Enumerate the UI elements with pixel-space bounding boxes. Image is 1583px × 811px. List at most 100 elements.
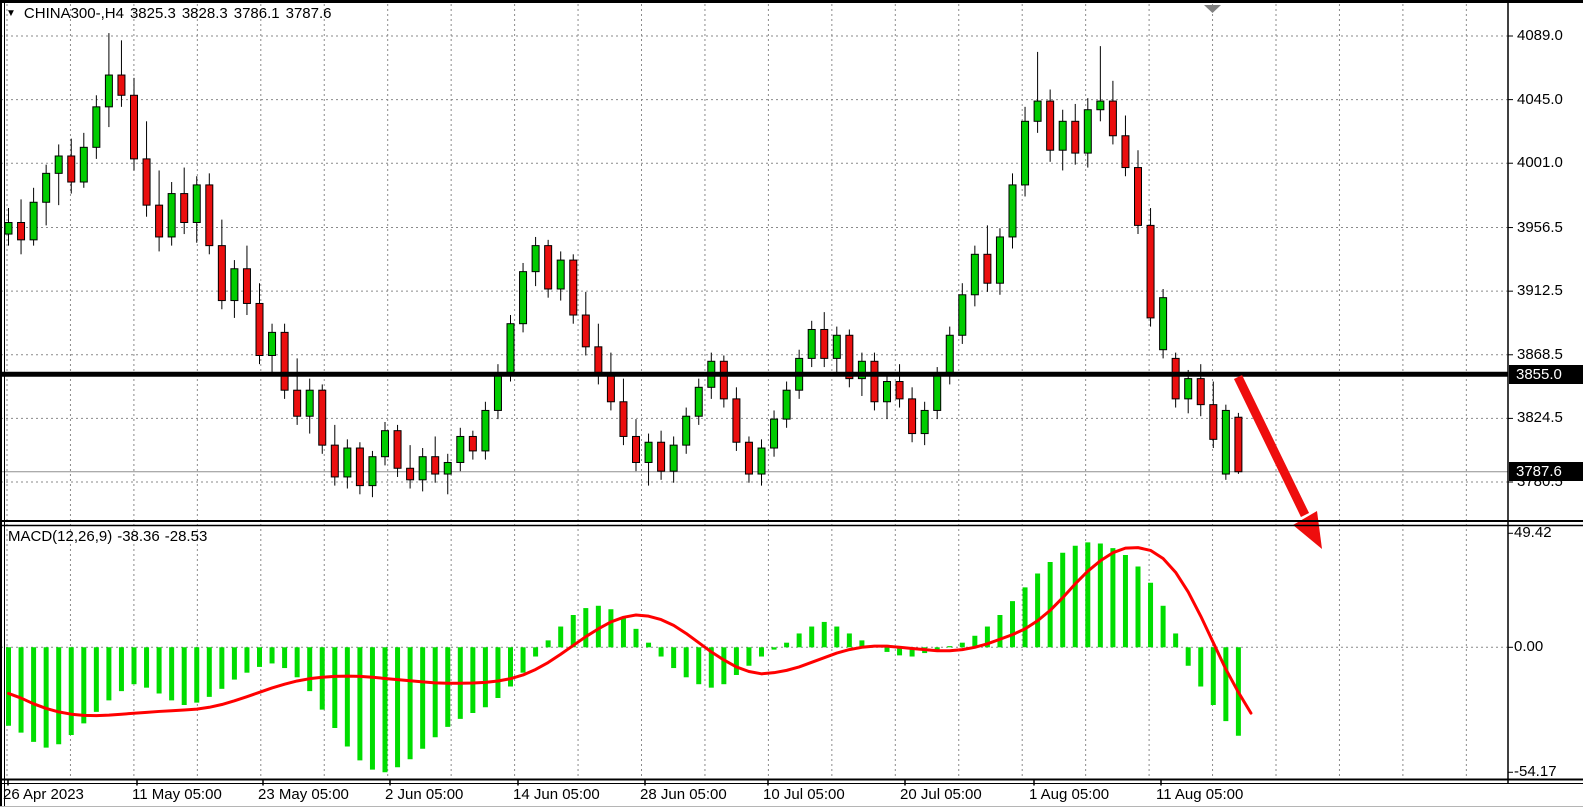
candle-body — [243, 269, 250, 304]
candle-body — [884, 382, 891, 402]
candle-body — [1235, 417, 1242, 472]
price-axis-label[interactable]: 3824.5 — [1517, 409, 1563, 427]
time-axis-label[interactable]: 26 Apr 2023 — [3, 786, 84, 803]
candle-body — [683, 416, 690, 445]
candle-body — [971, 254, 978, 294]
candle-body — [1222, 410, 1229, 474]
candle-body — [1185, 379, 1192, 399]
candle-body — [156, 205, 163, 237]
candle-body — [620, 402, 627, 437]
time-axis-label[interactable]: 1 Aug 05:00 — [1029, 786, 1109, 803]
candle-body — [256, 303, 263, 355]
window-left-inner-border — [4, 3, 5, 807]
candle-body — [783, 390, 790, 419]
candle-body — [131, 95, 138, 159]
candle-body — [1172, 358, 1179, 398]
candle-body — [946, 335, 953, 375]
chart-shift-marker-icon[interactable] — [1204, 5, 1221, 13]
ohlc-close: 3787.6 — [286, 5, 332, 22]
candle-body — [68, 156, 75, 182]
macd-axis-label[interactable]: -54.17 — [1514, 763, 1557, 781]
price-axis-label[interactable]: 3956.5 — [1517, 219, 1563, 237]
candle-body — [645, 442, 652, 462]
candle-body — [231, 269, 238, 301]
down-arrow-head[interactable] — [1293, 511, 1322, 549]
time-axis-label[interactable]: 28 Jun 05:00 — [640, 786, 727, 803]
candle-body — [695, 387, 702, 416]
candle-body — [30, 202, 37, 240]
candle-body — [921, 410, 928, 433]
candle-body — [18, 222, 25, 239]
candle-body — [269, 332, 276, 355]
candle-body — [1059, 121, 1066, 150]
candle-body — [871, 361, 878, 401]
candle-body — [80, 147, 87, 182]
candle-body — [821, 329, 828, 358]
candle-body — [294, 390, 301, 416]
down-arrow-shaft[interactable] — [1238, 377, 1305, 515]
candle-body — [1122, 136, 1129, 168]
candle-body — [494, 373, 501, 411]
candle-body — [143, 159, 150, 205]
time-axis-label[interactable]: 2 Jun 05:00 — [385, 786, 463, 803]
time-axis-label[interactable]: 23 May 05:00 — [258, 786, 349, 803]
candle-body — [1047, 101, 1054, 150]
price-axis-label[interactable]: 4045.0 — [1517, 91, 1563, 109]
candle-body — [520, 272, 527, 324]
candle-body — [206, 185, 213, 246]
candle-body — [469, 436, 476, 450]
candle-body — [356, 448, 363, 486]
candle-body — [1072, 121, 1079, 153]
candle-body — [319, 390, 326, 445]
candle-body — [1084, 110, 1091, 153]
symbol-timeframe-label: CHINA300-,H4 — [24, 5, 124, 22]
candle-body — [369, 457, 376, 486]
price-axis-label[interactable]: 3868.5 — [1517, 346, 1563, 364]
candle-body — [896, 382, 903, 399]
candle-body — [482, 410, 489, 450]
candle-body — [43, 173, 50, 202]
candle-body — [633, 436, 640, 462]
candle-body — [1160, 298, 1167, 350]
candle-body — [808, 329, 815, 358]
candle-body — [733, 399, 740, 442]
time-axis-label[interactable]: 20 Jul 05:00 — [900, 786, 982, 803]
hline-price-label[interactable]: 3855.0 — [1509, 365, 1583, 384]
candle-body — [557, 260, 564, 289]
candle-body — [996, 237, 1003, 283]
chart-canvas[interactable] — [0, 0, 1583, 811]
candle-body — [5, 222, 12, 234]
candle-body — [1034, 101, 1041, 121]
time-axis-label[interactable]: 14 Jun 05:00 — [513, 786, 600, 803]
price-axis-label[interactable]: 4089.0 — [1517, 27, 1563, 45]
candle-body — [382, 431, 389, 457]
candle-body — [545, 246, 552, 289]
macd-main-value: -38.36 — [117, 528, 160, 545]
macd-axis-label[interactable]: 0.00 — [1514, 638, 1543, 656]
price-axis-label[interactable]: 4001.0 — [1517, 154, 1563, 172]
candle-body — [833, 335, 840, 358]
macd-axis-label[interactable]: 49.42 — [1514, 524, 1552, 542]
candle-body — [1135, 168, 1142, 226]
candle-body — [582, 315, 589, 347]
candle-body — [771, 419, 778, 448]
symbol-dropdown-icon[interactable]: ▼ — [6, 8, 16, 19]
time-axis-label[interactable]: 10 Jul 05:00 — [763, 786, 845, 803]
candle-body — [394, 431, 401, 469]
time-axis-label[interactable]: 11 May 05:00 — [132, 786, 222, 803]
candle-body — [281, 332, 288, 390]
candle-body — [168, 194, 175, 237]
candle-body — [331, 445, 338, 477]
candle-body — [984, 254, 991, 283]
candle-body — [193, 185, 200, 223]
candle-body — [444, 462, 451, 474]
candle-body — [218, 246, 225, 301]
time-axis-label[interactable]: 11 Aug 05:00 — [1156, 786, 1243, 803]
chart-header: ▼ CHINA300-,H4 3825.3 3828.3 3786.1 3787… — [6, 5, 332, 22]
price-axis-label[interactable]: 3912.5 — [1517, 282, 1563, 300]
candle-body — [570, 260, 577, 315]
macd-signal-value: -28.53 — [165, 528, 208, 545]
window-top-border — [0, 0, 1583, 3]
candle-body — [344, 448, 351, 477]
candle-body — [1009, 185, 1016, 237]
